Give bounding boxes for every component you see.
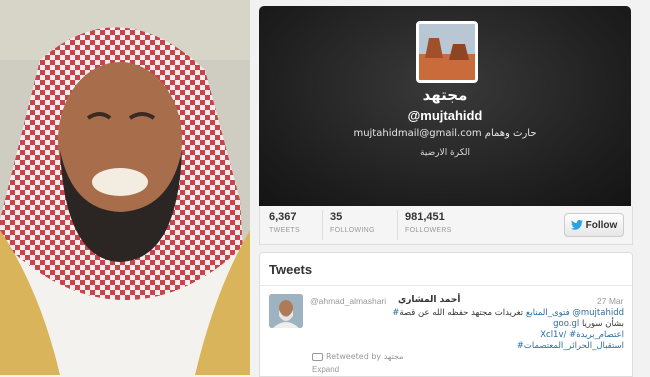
tweet-text: #فتوى_المنابع تغريدات مجتهد حفظه الله عن… bbox=[310, 308, 624, 352]
tweets-panel: Tweets @ahmad_almashari أحمد المشاري 27 … bbox=[259, 252, 633, 377]
tweet-text-part: تغريدات مجتهد حفظه الله عن قصة bbox=[399, 308, 524, 318]
tweet-mention-link[interactable]: @mujtahidd bbox=[572, 308, 624, 318]
profile-bio: mujtahidmail@gmail.com حارث وهمام bbox=[353, 128, 537, 139]
profile-avatar[interactable] bbox=[416, 21, 478, 83]
stat-tweets-value: 6,367 bbox=[269, 211, 297, 223]
stat-following-value: 35 bbox=[330, 211, 343, 223]
author-photo bbox=[269, 294, 303, 328]
follow-button[interactable]: Follow bbox=[564, 213, 624, 237]
divider bbox=[260, 285, 632, 286]
desert-avatar-icon bbox=[419, 24, 475, 80]
stat-tweets[interactable]: 6,367 TWEETS bbox=[269, 211, 300, 234]
tweets-heading: Tweets bbox=[269, 262, 313, 277]
profile-location: الكرة الارضية bbox=[420, 148, 470, 158]
portrait-image bbox=[0, 0, 250, 375]
tweet-url-link[interactable]: goo.gl bbox=[553, 319, 579, 329]
tweet-timestamp[interactable]: 27 Mar bbox=[597, 296, 623, 306]
retweeted-by-text: Retweeted by مجتهد bbox=[326, 352, 404, 361]
tweet-author-avatar[interactable] bbox=[269, 294, 303, 328]
stat-followers-label: FOLLOWERS bbox=[405, 227, 452, 234]
tweet-line-4[interactable]: #استقبال_الحرائر_المعتصمات bbox=[310, 341, 624, 352]
stat-divider bbox=[322, 210, 323, 240]
stat-followers[interactable]: 981,451 FOLLOWERS bbox=[405, 211, 452, 234]
tweet-author-name[interactable]: أحمد المشاري bbox=[398, 295, 460, 305]
tweet-text-part: بشأن سوريا bbox=[581, 319, 624, 329]
profile-display-name: مجتهد bbox=[422, 86, 468, 104]
stat-following[interactable]: 35 FOLLOWING bbox=[330, 211, 375, 234]
profile-header: مجتهد @mujtahidd mujtahidmail@gmail.com … bbox=[259, 6, 631, 206]
profile-stats-bar: 6,367 TWEETS 35 FOLLOWING 981,451 FOLLOW… bbox=[259, 206, 633, 245]
tweet-author-handle[interactable]: @ahmad_almashari bbox=[310, 296, 386, 306]
tweet-line-3[interactable]: Xcl1v/ #اعتصام_بريدة bbox=[310, 330, 624, 341]
follow-button-label: Follow bbox=[585, 219, 618, 231]
twitter-bird-icon bbox=[570, 220, 583, 230]
tweet-line-1: #فتوى_المنابع تغريدات مجتهد حفظه الله عن… bbox=[310, 308, 624, 319]
expand-link[interactable]: Expand bbox=[312, 365, 339, 374]
stat-followers-value: 981,451 bbox=[405, 211, 445, 223]
stat-divider bbox=[397, 210, 398, 240]
profile-photo bbox=[0, 0, 250, 375]
profile-handle: @mujtahidd bbox=[407, 108, 483, 123]
retweeted-by: Retweeted by مجتهد bbox=[312, 352, 403, 361]
stat-tweets-label: TWEETS bbox=[269, 227, 300, 234]
stat-following-label: FOLLOWING bbox=[330, 227, 375, 234]
retweet-icon bbox=[312, 352, 323, 361]
tweet-line-2: goo.gl بشأن سوريا bbox=[310, 319, 624, 330]
